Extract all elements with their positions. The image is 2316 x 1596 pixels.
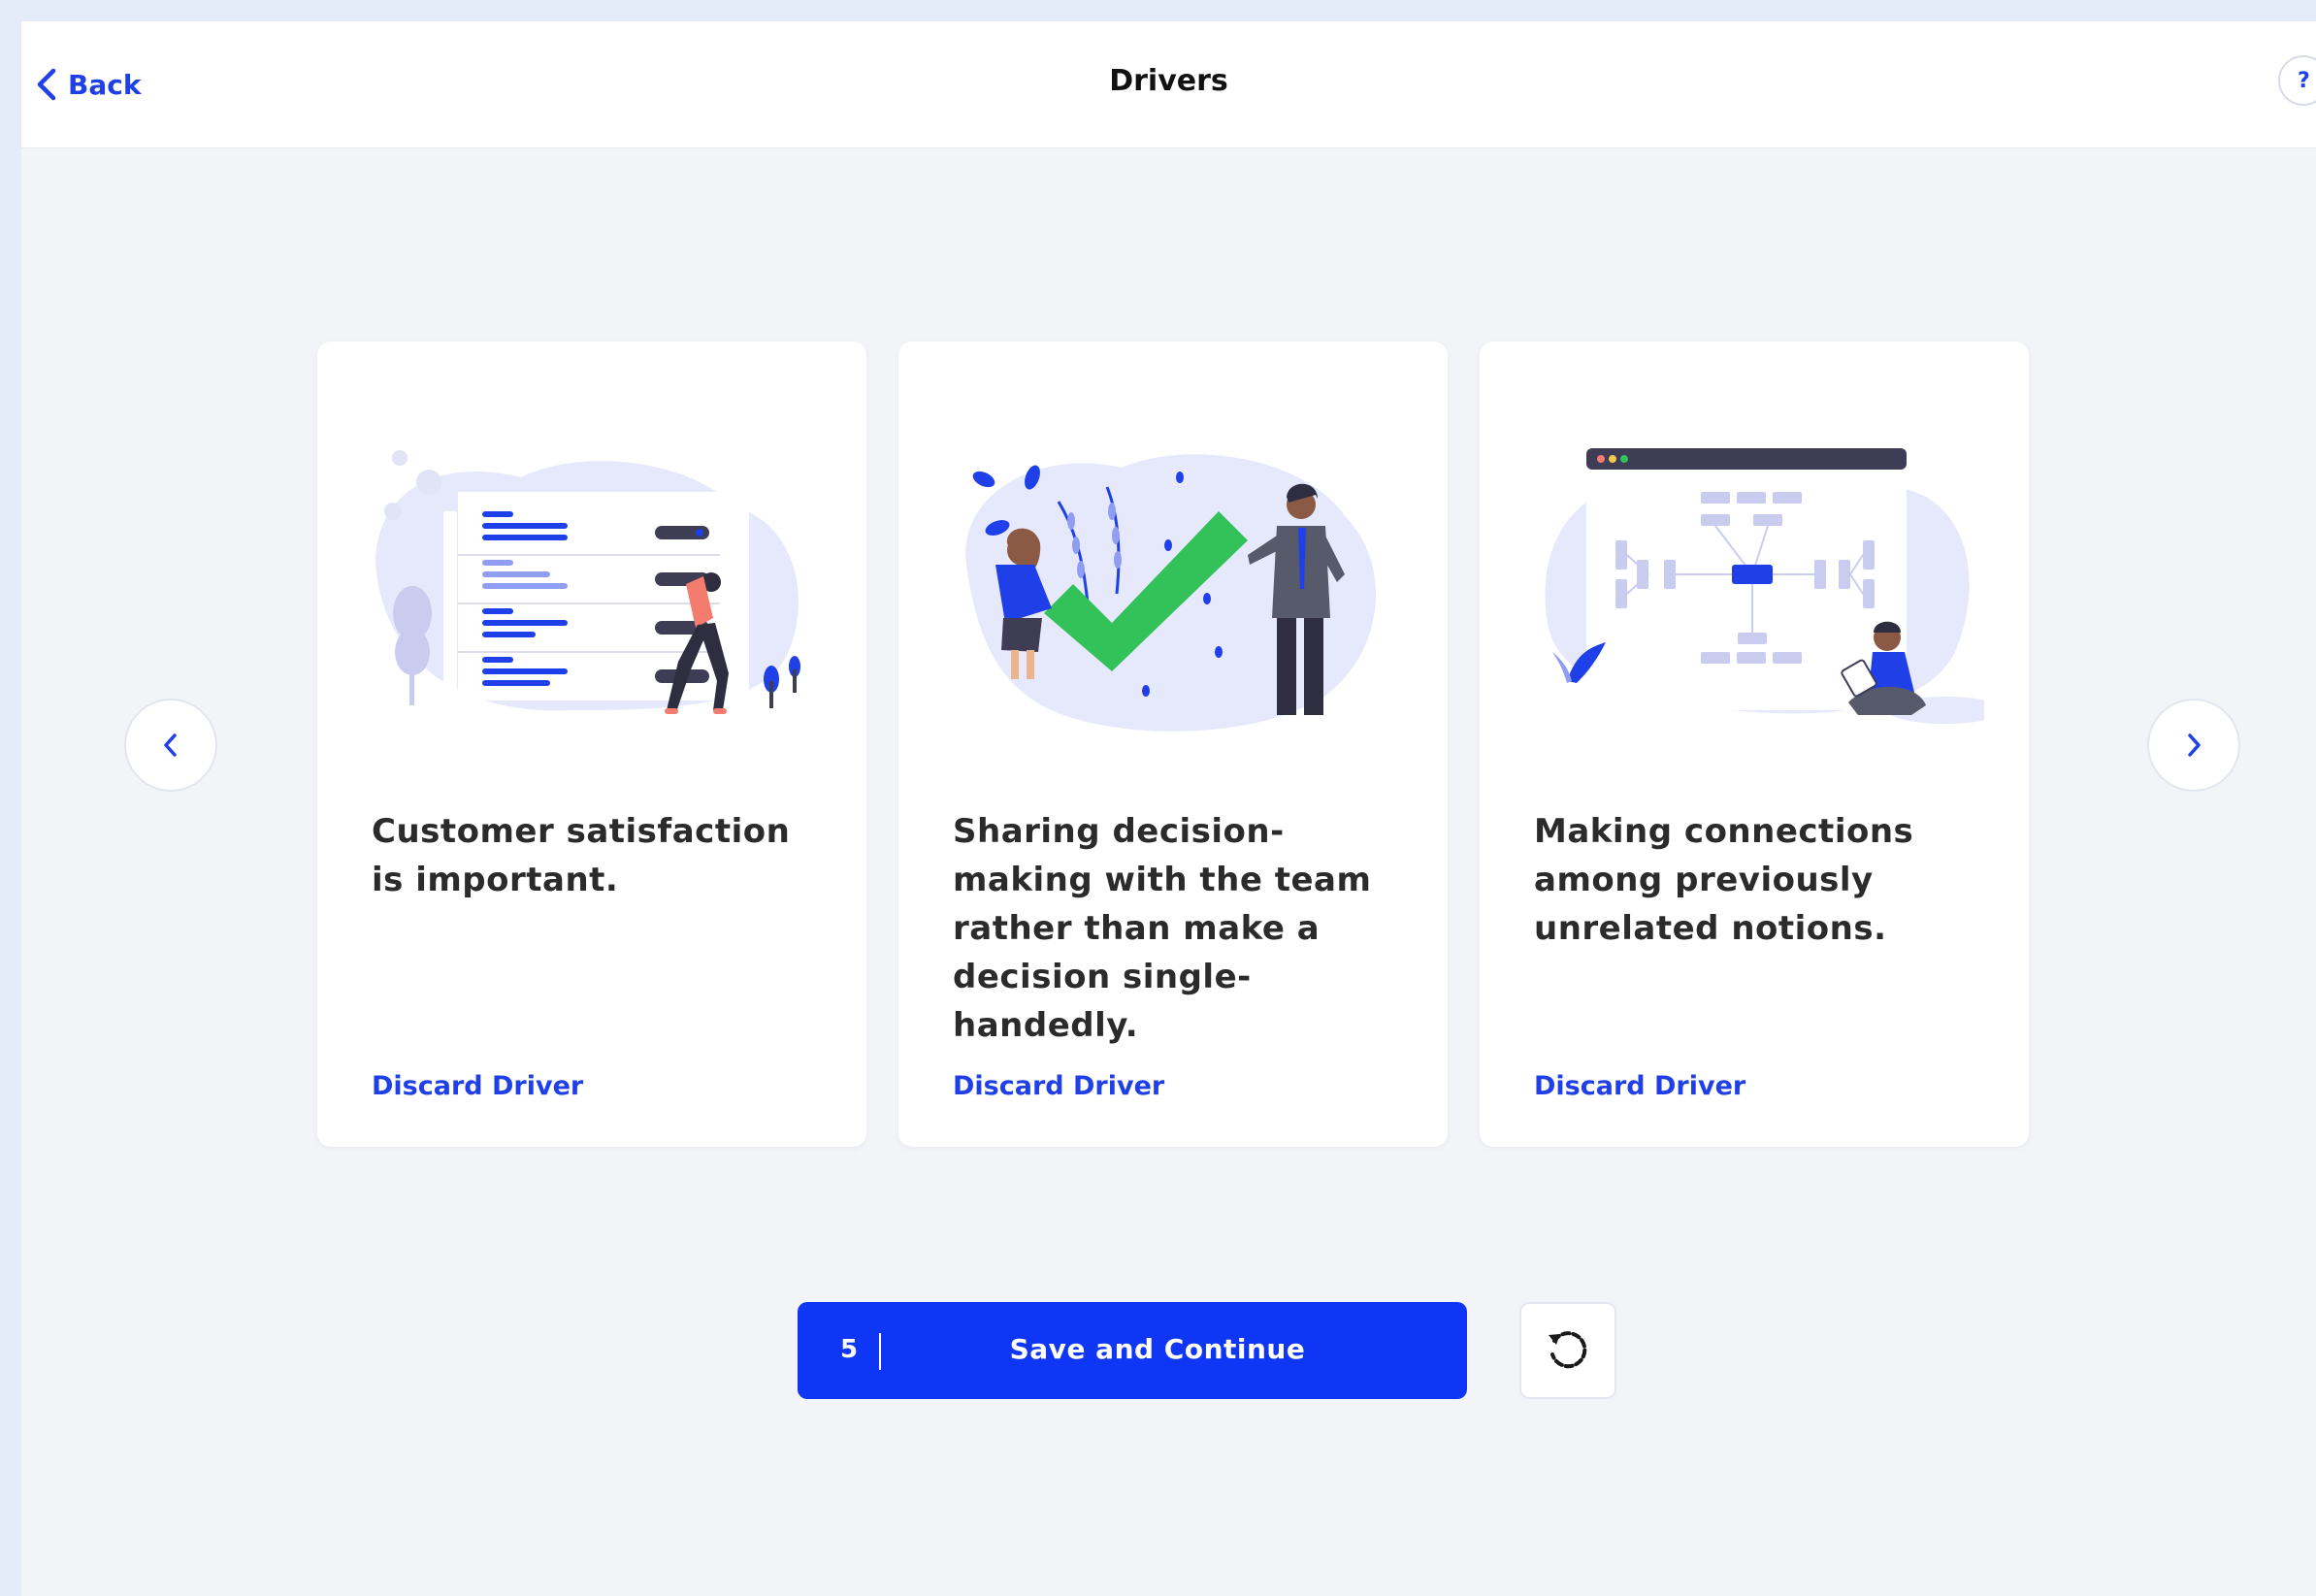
next-card-button[interactable] [2147,699,2240,792]
chevron-left-icon [164,733,177,757]
discard-driver-link[interactable]: Discard Driver [372,1071,583,1101]
driver-card: Customer satisfaction is important. Disc… [317,342,866,1147]
chevron-right-icon [2188,733,2201,757]
driver-text: Customer satisfaction is important. [372,812,791,899]
team-decision-illustration [965,454,1377,732]
connections-illustration [1545,448,1984,724]
driver-card: Making connections among previously unre… [1480,342,2029,1147]
save-and-continue-button[interactable]: 5 Save and Continue [798,1302,1467,1399]
app-window: Back Drivers ? Customer satisfaction is … [21,21,2316,1596]
reset-button[interactable] [1519,1302,1616,1399]
help-icon: ? [2298,68,2310,93]
reset-icon [1549,1331,1587,1369]
driver-card: Sharing decision-making with the team ra… [898,342,1448,1147]
driver-text: Sharing decision-making with the team ra… [953,812,1372,1045]
save-and-continue-label: Save and Continue [1009,1333,1306,1365]
driver-text: Making connections among previously unre… [1534,812,1914,948]
page-title: Drivers [1109,64,1228,98]
previous-card-button[interactable] [124,699,217,792]
customer-satisfaction-illustration [375,450,800,714]
discard-driver-link[interactable]: Discard Driver [953,1071,1164,1101]
help-button[interactable]: ? [2278,55,2316,106]
discard-driver-link[interactable]: Discard Driver [1534,1071,1745,1101]
top-bar: Back Drivers ? [21,21,2316,148]
